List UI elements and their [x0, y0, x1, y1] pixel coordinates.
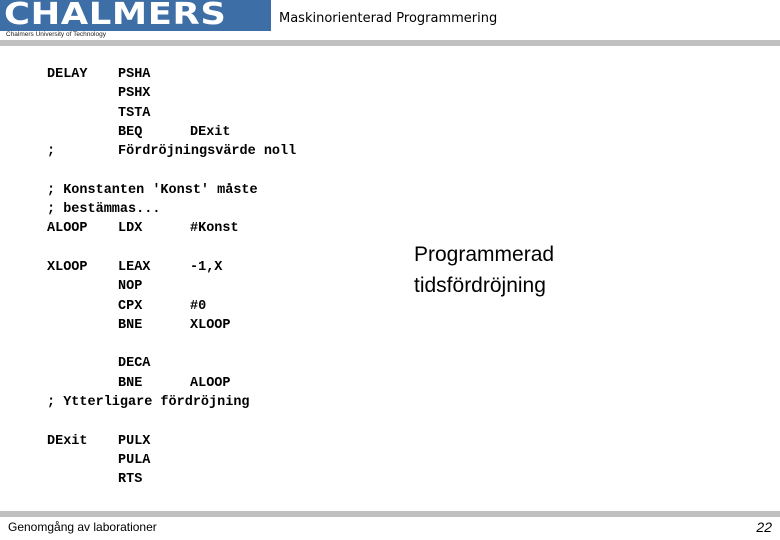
code-opcode: PSHX: [118, 86, 151, 102]
code-label: ;: [47, 144, 56, 160]
code-opcode: RTS: [118, 472, 143, 488]
code-label: ALOOP: [47, 221, 88, 237]
code-opcode: Fördröjningsvärde noll: [118, 144, 297, 160]
code-comment: ; bestämmas...: [47, 202, 161, 218]
code-opcode: BNE: [118, 317, 143, 333]
code-opcode: BEQ: [118, 124, 143, 140]
code-opcode: NOP: [118, 279, 143, 295]
code-opcode: DECA: [118, 356, 151, 372]
code-operand: XLOOP: [190, 317, 231, 333]
code-opcode: PULA: [118, 452, 151, 468]
logo-text: CHALMERS: [4, 0, 227, 32]
code-operand: ALOOP: [190, 375, 231, 391]
course-title: Maskinorienterad Programmering: [279, 11, 498, 26]
slide-annotation: Programmerad tidsfördröjning: [414, 239, 554, 301]
code-operand: #0: [190, 298, 207, 314]
code-label: DExit: [47, 433, 88, 449]
header-divider: [0, 40, 780, 46]
annotation-line-2: tidsfördröjning: [414, 274, 546, 297]
code-opcode: LDX: [118, 221, 143, 237]
code-operand: -1,X: [190, 259, 223, 275]
code-opcode: CPX: [118, 298, 143, 314]
chalmers-logo: CHALMERS: [0, 0, 271, 32]
code-comment: ; Ytterligare fördröjning: [47, 395, 250, 411]
code-opcode: BNE: [118, 375, 143, 391]
footer-divider: [0, 511, 780, 517]
annotation-line-1: Programmerad: [414, 243, 555, 266]
code-operand: #Konst: [190, 221, 239, 237]
footer-title: Genomgång av laborationer: [8, 520, 157, 534]
code-opcode: TSTA: [118, 105, 151, 121]
code-label: DELAY: [47, 67, 88, 82]
code-opcode: PULX: [118, 433, 151, 449]
code-opcode: LEAX: [118, 259, 151, 275]
code-label: XLOOP: [47, 259, 88, 275]
code-operand: DExit: [190, 124, 231, 140]
code-opcode: PSHA: [118, 67, 151, 82]
page-number: 22: [756, 519, 772, 535]
logo-subtitle: Chalmers University of Technology: [6, 31, 106, 38]
code-comment: ; Konstanten 'Konst' måste: [47, 182, 258, 198]
